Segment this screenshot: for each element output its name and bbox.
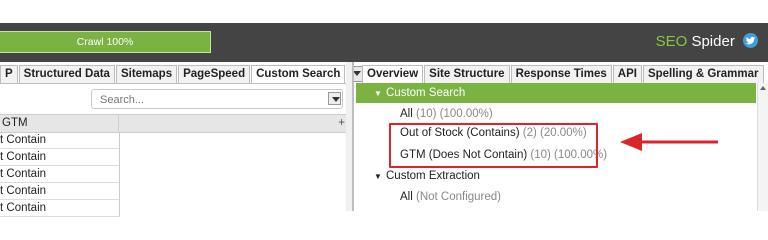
extraction-all-label: All [400, 191, 413, 203]
top-bar: Crawl 100% SEO Spider [0, 23, 768, 62]
tab-sitemaps[interactable]: Sitemaps [115, 65, 178, 83]
extraction-all-stats: (Not Configured) [415, 191, 501, 203]
highlight-box [389, 123, 598, 168]
tab-api[interactable]: API [612, 65, 642, 83]
expand-triangle-icon[interactable]: ▼ [374, 169, 386, 185]
brand-seo-text: SEO [655, 33, 688, 50]
table-row[interactable]: t Contain [0, 166, 120, 183]
tab-custom-search[interactable]: Custom Search [251, 65, 346, 83]
table-header: GTM + [0, 114, 348, 133]
red-arrow-icon [620, 133, 718, 151]
crawl-progress-bar: Crawl 100% [0, 31, 211, 53]
tab-site-structure[interactable]: Site Structure [424, 65, 510, 83]
brand-spider-text: Spider [687, 33, 735, 50]
column-header-gtm[interactable]: GTM [0, 115, 119, 132]
tree-node-custom-extraction[interactable]: ▼ Custom Extraction [374, 168, 480, 185]
twitter-icon[interactable] [743, 33, 758, 48]
search-dropdown-icon[interactable] [328, 92, 341, 105]
tab-overview[interactable]: Overview [362, 65, 424, 83]
right-tab-strip: Overview Site Structure Response Times A… [362, 65, 765, 83]
tab-spelling-grammar[interactable]: Spelling & Grammar [642, 65, 764, 83]
tab-pagespeed[interactable]: PageSpeed [178, 65, 251, 83]
custom-search-label: Custom Search [386, 87, 466, 99]
search-box[interactable] [91, 89, 343, 109]
all-label: All [400, 108, 413, 120]
left-panel: GTM + t Contain t Contain t Contain t Co… [0, 83, 350, 217]
tree-item-extraction-all[interactable]: All (Not Configured) [400, 189, 501, 205]
table-row[interactable]: t Contain [0, 149, 120, 166]
tab-structured-data[interactable]: Structured Data [18, 65, 115, 83]
left-tab-strip: P Structured Data Sitemaps PageSpeed Cus… [0, 65, 366, 83]
table-row[interactable]: t Contain [0, 200, 120, 217]
tree-node-custom-search[interactable]: ▼ Custom Search [356, 83, 756, 103]
panel-splitter[interactable] [352, 62, 354, 211]
add-column-button[interactable]: + [338, 115, 345, 132]
search-input[interactable] [98, 92, 322, 108]
brand-logo: SEO Spider [656, 33, 758, 50]
table-row[interactable]: t Contain [0, 132, 120, 149]
table-body: t Contain t Contain t Contain t Contain … [0, 132, 120, 217]
tab-response-times[interactable]: Response Times [510, 65, 612, 83]
expand-triangle-icon[interactable]: ▼ [374, 84, 386, 104]
tab-partial[interactable]: P [0, 65, 18, 83]
table-row[interactable]: t Contain [0, 183, 120, 200]
tree-item-all[interactable]: All (10) (100.00%) [400, 106, 493, 122]
custom-extraction-label: Custom Extraction [386, 170, 480, 182]
all-stats: (10) (100.00%) [415, 108, 493, 120]
right-panel-scrollbar[interactable] [757, 83, 768, 211]
